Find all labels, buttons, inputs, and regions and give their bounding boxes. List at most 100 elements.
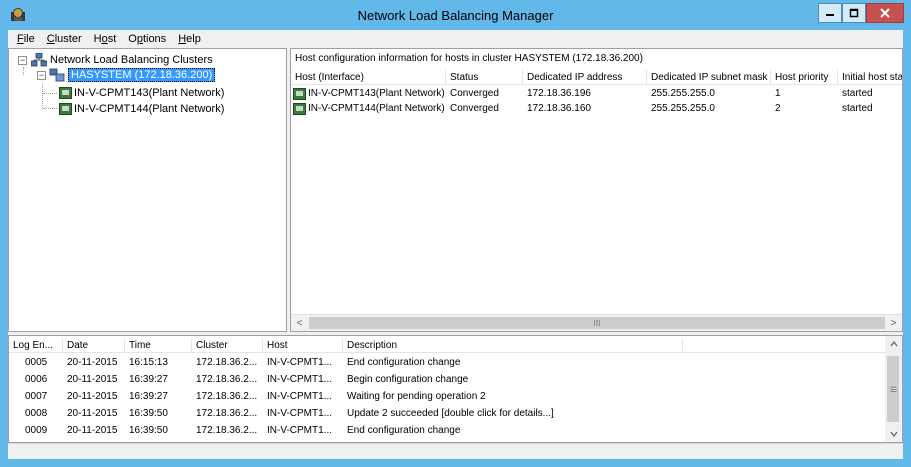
column-header[interactable]: Description <box>343 338 683 353</box>
log-description-cell: End configuration change <box>347 357 461 368</box>
tree-connector <box>43 93 57 94</box>
menu-file[interactable]: File <box>11 33 41 45</box>
state-cell: started <box>842 88 873 99</box>
table-row[interactable]: IN-V-CPMT143(Plant Network) Converged 17… <box>291 86 902 101</box>
column-header[interactable]: Status <box>446 70 523 85</box>
minimize-button[interactable] <box>818 3 842 23</box>
menu-bar: File Cluster Host Options Help <box>8 30 903 47</box>
ip-cell: 172.18.36.160 <box>527 103 591 114</box>
chevron-left-icon: < <box>296 317 303 329</box>
status-cell: Converged <box>450 88 499 99</box>
log-entry-cell: 0006 <box>25 374 48 385</box>
hosts-pane-heading: Host configuration information for hosts… <box>295 53 643 64</box>
maximize-button[interactable] <box>842 3 866 23</box>
host-icon <box>293 87 306 100</box>
maximize-icon <box>849 8 859 18</box>
log-cluster-cell: 172.18.36.2... <box>196 357 258 368</box>
host-cell: IN-V-CPMT144(Plant Network) <box>308 103 445 114</box>
log-list-header: Log En... Date Time Cluster Host Descrip… <box>9 338 885 353</box>
table-row[interactable]: 0009 20-11-2015 16:39:50 172.18.36.2... … <box>9 423 683 438</box>
log-cluster-cell: 172.18.36.2... <box>196 425 258 436</box>
grip-icon: III <box>593 318 601 328</box>
minimize-icon <box>826 14 834 16</box>
host-cell: IN-V-CPMT143(Plant Network) <box>308 88 445 99</box>
scroll-left-button[interactable]: < <box>291 315 308 331</box>
priority-cell: 2 <box>775 103 781 114</box>
hosts-pane: Host configuration information for hosts… <box>290 48 903 332</box>
collapse-cluster-toggle[interactable]: − <box>37 71 46 80</box>
menu-options[interactable]: Options <box>122 33 172 45</box>
priority-cell: 1 <box>775 88 781 99</box>
scroll-thumb[interactable]: III <box>309 317 885 329</box>
tree-node-root[interactable]: Network Load Balancing Clusters <box>31 52 213 67</box>
log-description-cell: End configuration change <box>347 425 461 436</box>
log-date-cell: 20-11-2015 <box>67 425 118 436</box>
table-row[interactable]: 0008 20-11-2015 16:39:50 172.18.36.2... … <box>9 406 683 421</box>
column-header[interactable]: Dedicated IP address <box>523 70 647 85</box>
client-area: File Cluster Host Options Help − Network… <box>8 30 903 459</box>
tree-connector <box>42 83 43 108</box>
log-description-cell: Waiting for pending operation 2 <box>347 391 486 402</box>
title-bar[interactable]: Network Load Balancing Manager <box>0 0 911 30</box>
mask-cell: 255.255.255.0 <box>651 88 715 99</box>
hosts-horizontal-scrollbar[interactable]: < III > <box>291 314 902 331</box>
log-time-cell: 16:39:27 <box>129 391 168 402</box>
tree-node-host[interactable]: IN-V-CPMT143(Plant Network) <box>59 85 224 100</box>
cluster-icon <box>49 68 65 81</box>
host-icon <box>293 102 306 115</box>
tree-node-cluster[interactable]: HASYSTEM (172.18.36.200) <box>49 67 216 82</box>
collapse-root-toggle[interactable]: − <box>18 56 27 65</box>
menu-cluster[interactable]: Cluster <box>41 33 88 45</box>
scroll-thumb[interactable]: III <box>887 356 899 422</box>
log-time-cell: 16:39:27 <box>129 374 168 385</box>
ip-cell: 172.18.36.196 <box>527 88 591 99</box>
host-icon <box>59 102 72 115</box>
menu-host[interactable]: Host <box>88 33 123 45</box>
log-entry-cell: 0008 <box>25 408 48 419</box>
table-row[interactable]: 0007 20-11-2015 16:39:27 172.18.36.2... … <box>9 389 683 404</box>
table-row[interactable]: IN-V-CPMT144(Plant Network) Converged 17… <box>291 101 902 116</box>
log-vertical-scrollbar[interactable]: III <box>885 336 902 442</box>
chevron-up-icon <box>890 341 897 347</box>
grip-icon: III <box>888 385 898 393</box>
host-icon <box>59 86 72 99</box>
column-header[interactable]: Time <box>125 338 192 353</box>
tree-host-label: IN-V-CPMT144(Plant Network) <box>74 102 225 115</box>
log-date-cell: 20-11-2015 <box>67 391 118 402</box>
log-time-cell: 16:39:50 <box>129 408 168 419</box>
column-header[interactable]: Host (Interface) <box>291 70 446 85</box>
table-row[interactable]: 0005 20-11-2015 16:15:13 172.18.36.2... … <box>9 355 683 370</box>
log-time-cell: 16:15:13 <box>129 357 168 368</box>
tree-root-label: Network Load Balancing Clusters <box>50 53 213 66</box>
column-header[interactable]: Host priority <box>771 70 838 85</box>
column-header[interactable]: Log En... <box>9 338 63 353</box>
table-row[interactable]: 0006 20-11-2015 16:39:27 172.18.36.2... … <box>9 372 683 387</box>
column-header[interactable]: Initial host state <box>838 70 902 85</box>
log-time-cell: 16:39:50 <box>129 425 168 436</box>
menu-help[interactable]: Help <box>172 33 207 45</box>
log-date-cell: 20-11-2015 <box>67 357 118 368</box>
state-cell: started <box>842 103 873 114</box>
column-header[interactable]: Dedicated IP subnet mask <box>647 70 771 85</box>
log-description-cell: Update 2 succeeded [double click for det… <box>347 408 554 419</box>
mask-cell: 255.255.255.0 <box>651 103 715 114</box>
scroll-down-button[interactable] <box>885 426 902 442</box>
log-host-cell: IN-V-CPMT1... <box>267 425 333 436</box>
scroll-right-button[interactable]: > <box>885 315 902 331</box>
scroll-up-button[interactable] <box>885 336 902 352</box>
column-header[interactable]: Cluster <box>192 338 263 353</box>
log-entry-cell: 0005 <box>25 357 48 368</box>
log-date-cell: 20-11-2015 <box>67 374 118 385</box>
clusters-icon <box>31 52 47 66</box>
log-host-cell: IN-V-CPMT1... <box>267 408 333 419</box>
tree-node-host[interactable]: IN-V-CPMT144(Plant Network) <box>59 101 224 116</box>
close-button[interactable] <box>866 3 904 23</box>
log-host-cell: IN-V-CPMT1... <box>267 374 333 385</box>
status-bar <box>8 443 903 459</box>
column-header[interactable]: Host <box>263 338 343 353</box>
tree-connector <box>23 67 24 75</box>
column-header[interactable]: Date <box>63 338 125 353</box>
chevron-right-icon: > <box>890 317 897 329</box>
chevron-down-icon <box>890 431 897 437</box>
log-cluster-cell: 172.18.36.2... <box>196 374 258 385</box>
